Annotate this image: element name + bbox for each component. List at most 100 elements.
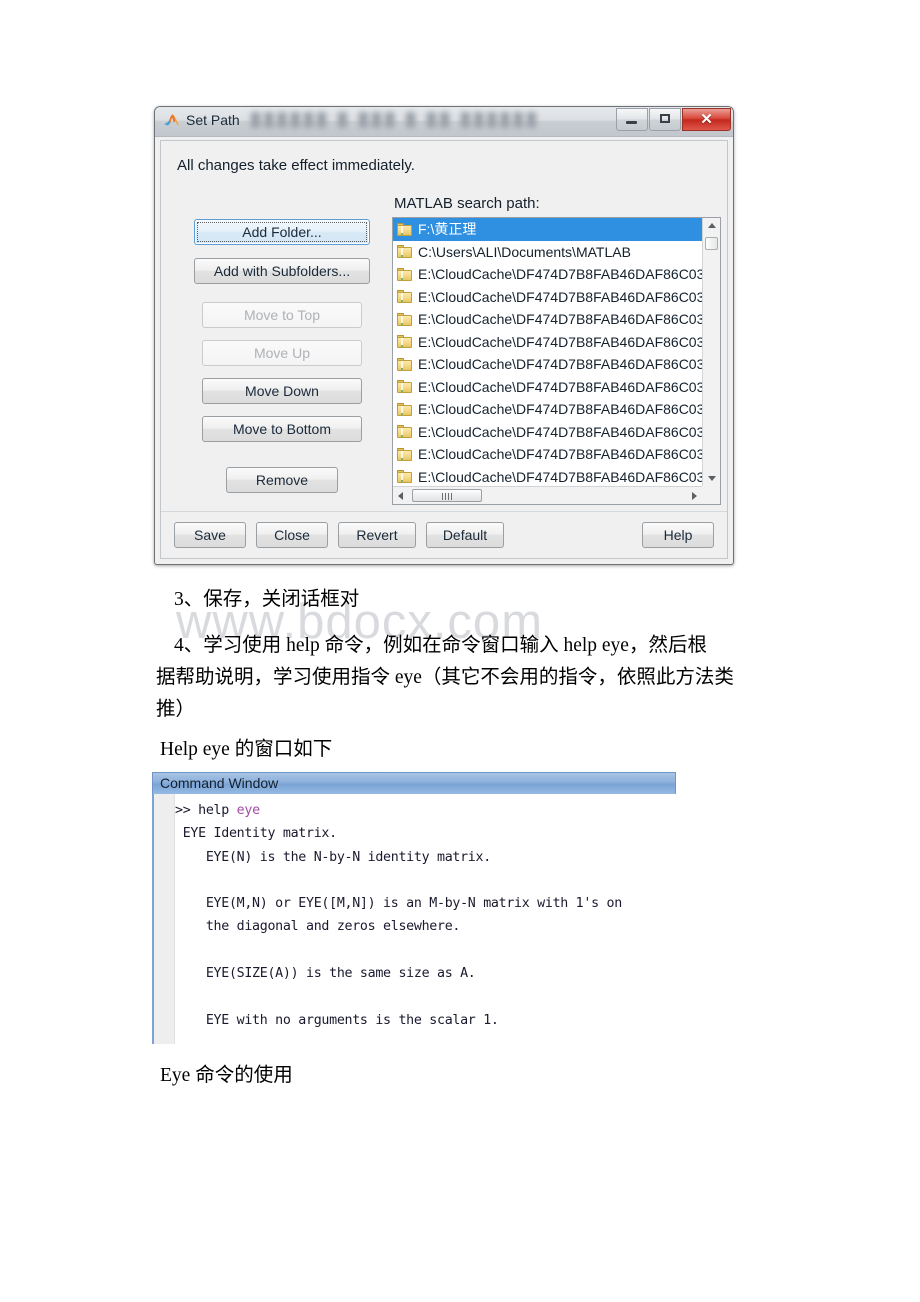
close-button[interactable]: ✕ [682,108,731,131]
save-button[interactable]: Save [174,522,246,548]
footer-divider [161,511,727,512]
output-line: the diagonal and zeros elsewhere. [175,919,461,935]
output-line: EYE with no arguments is the scalar 1. [175,1012,499,1028]
remove-label: Remove [255,472,309,488]
scrollbar-corner [702,486,720,504]
path-list-item[interactable]: E:\CloudCache\DF474D7B8FAB46DAF86C03 [393,263,702,286]
remove-button[interactable]: Remove [226,467,338,493]
path-list[interactable]: F:\黄正理 C:\Users\ALI\Documents\MATLAB E:\Cl… [393,218,702,486]
path-list-item[interactable]: E:\CloudCache\DF474D7B8FAB46DAF86C03 [393,286,702,309]
folder-icon [397,357,412,371]
close-label: Close [274,527,310,543]
titlebar-ghost-text: ██████ █ ███ █ ██ ██████ [251,112,541,127]
scroll-thumb-grip [442,493,452,500]
document-paragraph-4-line1: 4、学习使用 help 命令，例如在命令窗口输入 help eye，然后根 [174,635,707,656]
path-list-item[interactable]: E:\CloudCache\DF474D7B8FAB46DAF86C03 [393,443,702,466]
maximize-button[interactable] [649,108,681,131]
scroll-left-icon[interactable] [398,492,403,500]
move-up-label: Move Up [253,345,311,361]
move-down-button[interactable]: Move Down [202,378,362,404]
add-with-subfolders-label: Add with Subfolders... [213,263,351,279]
revert-label: Revert [356,527,398,543]
search-path-listbox[interactable]: F:\黄正理 C:\Users\ALI\Documents\MATLAB E:\Cl… [392,217,721,505]
path-text: E:\CloudCache\DF474D7B8FAB46DAF86C03 [418,266,702,283]
document-paragraph-3: 3、保存，关闭话框对 [174,589,360,610]
default-label: Default [442,527,488,543]
path-text: E:\CloudCache\DF474D7B8FAB46DAF86C03 [418,356,702,373]
horizontal-scrollbar[interactable] [393,486,702,504]
path-list-item[interactable]: C:\Users\ALI\Documents\MATLAB [393,241,702,264]
command-window-content[interactable]: >> help eye EYE Identity matrix. EYE(N) … [152,794,676,1044]
folder-icon [397,335,412,349]
move-up-button: Move Up [202,340,362,366]
command-prompt: >> help [175,803,237,818]
path-text: E:\CloudCache\DF474D7B8FAB46DAF86C03 [418,401,702,418]
command-argument: eye [236,803,260,818]
path-list-item[interactable]: E:\CloudCache\DF474D7B8FAB46DAF86C03 [393,353,702,376]
command-window-gutter [154,794,175,1044]
dialog-titlebar[interactable]: Set Path ██████ █ ███ █ ██ ██████ ✕ [155,107,733,137]
window-controls: ✕ [615,108,731,131]
move-to-bottom-button[interactable]: Move to Bottom [202,416,362,442]
path-list-item[interactable]: F:\黄正理 [393,218,702,241]
folder-icon [397,447,412,461]
notice-text: All changes take effect immediately. [177,157,415,174]
help-button[interactable]: Help [642,522,714,548]
path-list-item[interactable]: E:\CloudCache\DF474D7B8FAB46DAF86C03 [393,376,702,399]
path-list-item[interactable]: E:\CloudCache\DF474D7B8FAB46DAF86C03 [393,466,702,487]
path-text: E:\CloudCache\DF474D7B8FAB46DAF86C03 [418,468,702,485]
minimize-icon [626,121,637,124]
close-dialog-button[interactable]: Close [256,522,328,548]
folder-icon [397,425,412,439]
command-window-title: Command Window [160,775,279,791]
path-text: E:\CloudCache\DF474D7B8FAB46DAF86C03 [418,288,702,305]
command-window-screenshot: Command Window >> help eye EYE Identity … [152,772,676,1044]
folder-icon [397,312,412,326]
output-line: EYE(N) is the N-by-N identity matrix. [175,849,491,865]
folder-icon [397,470,412,484]
close-icon: ✕ [700,111,713,128]
path-list-item[interactable]: E:\CloudCache\DF474D7B8FAB46DAF86C03 [393,398,702,421]
caption-help-window: Help eye 的窗口如下 [160,739,333,760]
path-list-item[interactable]: E:\CloudCache\DF474D7B8FAB46DAF86C03 [393,421,702,444]
maximize-icon [660,114,670,123]
document-paragraph-4-line3: 推） [156,699,196,720]
folder-icon [397,402,412,416]
horizontal-scroll-thumb[interactable] [412,489,482,502]
move-to-bottom-label: Move to Bottom [232,421,332,437]
scroll-up-icon[interactable] [708,223,716,228]
caption-eye-usage: Eye 命令的使用 [160,1065,293,1086]
command-line: >> help eye [175,799,676,822]
path-text: C:\Users\ALI\Documents\MATLAB [418,243,631,260]
path-text: E:\CloudCache\DF474D7B8FAB46DAF86C03 [418,333,702,350]
move-to-top-button: Move to Top [202,302,362,328]
folder-icon [397,222,412,236]
add-with-subfolders-button[interactable]: Add with Subfolders... [194,258,370,284]
folder-icon [397,290,412,304]
search-path-label: MATLAB search path: [394,195,540,212]
vertical-scrollbar[interactable] [702,218,720,486]
path-text: F:\黄正理 [418,221,477,238]
path-list-item[interactable]: E:\CloudCache\DF474D7B8FAB46DAF86C03 [393,308,702,331]
matlab-membrane-icon [164,114,179,126]
command-window-titlebar: Command Window [152,772,676,794]
output-line: EYE(M,N) or EYE([M,N]) is an M-by-N matr… [175,896,622,912]
scroll-down-icon[interactable] [708,476,716,481]
dialog-title: Set Path [186,112,240,128]
dialog-body: All changes take effect immediately. MAT… [160,140,728,559]
default-button[interactable]: Default [426,522,504,548]
revert-button[interactable]: Revert [338,522,416,548]
add-folder-label: Add Folder... [242,224,322,240]
set-path-dialog: Set Path ██████ █ ███ █ ██ ██████ ✕ All … [154,106,734,565]
output-line: EYE Identity matrix. [175,826,337,842]
folder-icon [397,245,412,259]
vertical-scroll-thumb[interactable] [705,237,718,250]
minimize-button[interactable] [616,108,648,131]
path-list-item[interactable]: E:\CloudCache\DF474D7B8FAB46DAF86C03 [393,331,702,354]
move-down-label: Move Down [245,383,319,399]
scroll-right-icon[interactable] [692,492,697,500]
add-folder-button[interactable]: Add Folder... [194,219,370,245]
